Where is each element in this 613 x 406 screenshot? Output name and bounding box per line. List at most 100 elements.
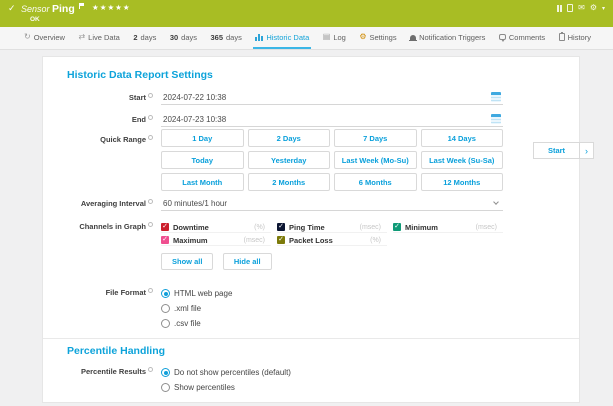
checkbox-checked-icon[interactable] bbox=[161, 236, 169, 244]
quick-range-last-week-su-sa[interactable]: Last Week (Su-Sa) bbox=[421, 151, 504, 169]
tab-live-data[interactable]: ⇄ Live Data bbox=[76, 27, 121, 49]
percentile-option-none[interactable]: Do not show percentiles (default) bbox=[161, 365, 291, 380]
live-data-icon: ⇄ bbox=[78, 33, 85, 41]
info-icon[interactable] bbox=[148, 367, 153, 372]
quick-range-2-days[interactable]: 2 Days bbox=[248, 129, 331, 147]
file-format-option-csv[interactable]: .csv file bbox=[161, 316, 232, 331]
tab-365-days[interactable]: 365 days bbox=[209, 27, 244, 49]
status-check-icon: ✓ bbox=[8, 3, 16, 14]
section-title-percentile: Percentile Handling bbox=[67, 345, 579, 358]
averaging-interval-select[interactable]: 60 minutes/1 hour bbox=[161, 197, 503, 211]
radio-icon[interactable] bbox=[161, 304, 170, 313]
checkbox-checked-icon[interactable] bbox=[277, 236, 285, 244]
tab-overview[interactable]: ↻ Overview bbox=[22, 27, 67, 49]
checkbox-checked-icon[interactable] bbox=[161, 223, 169, 231]
tab-label: Comments bbox=[509, 33, 545, 42]
quick-range-14-days[interactable]: 14 Days bbox=[421, 129, 504, 147]
quick-range-last-month[interactable]: Last Month bbox=[161, 173, 244, 191]
calendar-icon[interactable] bbox=[491, 92, 501, 102]
channel-unit: (msec) bbox=[244, 237, 265, 244]
quick-range-7-days[interactable]: 7 Days bbox=[334, 129, 417, 147]
channels-label: Channels in Graph bbox=[43, 222, 161, 231]
tab-settings[interactable]: ⚙ Settings bbox=[357, 27, 398, 49]
percentile-option-show[interactable]: Show percentiles bbox=[161, 380, 291, 395]
quick-range-yesterday[interactable]: Yesterday bbox=[248, 151, 331, 169]
info-icon[interactable] bbox=[148, 288, 153, 293]
tab-notification-triggers[interactable]: Notification Triggers bbox=[408, 27, 487, 49]
info-icon[interactable] bbox=[148, 93, 153, 98]
channel-ping-time[interactable]: Ping Time (msec) bbox=[277, 222, 387, 233]
checkbox-checked-icon[interactable] bbox=[393, 223, 401, 231]
gear-icon[interactable]: ⚙ bbox=[590, 4, 597, 12]
quick-range-buttons: 1 Day 2 Days 7 Days 14 Days Today Yester… bbox=[161, 129, 503, 191]
caret-down-icon[interactable]: ▾ bbox=[602, 5, 605, 12]
tab-number: 2 bbox=[133, 33, 137, 42]
start-date-input[interactable]: 2024-07-22 10:38 bbox=[161, 91, 503, 105]
quick-range-1-day[interactable]: 1 Day bbox=[161, 129, 244, 147]
channel-downtime[interactable]: Downtime (%) bbox=[161, 222, 271, 233]
tab-number: 30 bbox=[170, 33, 178, 42]
channel-packet-loss[interactable]: Packet Loss (%) bbox=[277, 235, 387, 246]
channel-minimum[interactable]: Minimum (msec) bbox=[393, 222, 503, 233]
quick-range-label: Quick Range bbox=[43, 129, 161, 144]
header-action-icons: ✉ ⚙ ▾ bbox=[557, 4, 605, 12]
radio-selected-icon[interactable] bbox=[161, 289, 170, 298]
next-step-button[interactable]: › bbox=[580, 142, 594, 159]
priority-stars[interactable]: ★★★★★ bbox=[92, 3, 131, 12]
quick-range-6-months[interactable]: 6 Months bbox=[334, 173, 417, 191]
tab-bar: ↻ Overview ⇄ Live Data 2 days 30 days 36… bbox=[0, 27, 613, 50]
radio-selected-icon[interactable] bbox=[161, 368, 170, 377]
checkbox-checked-icon[interactable] bbox=[277, 223, 285, 231]
tab-30-days[interactable]: 30 days bbox=[168, 27, 199, 49]
end-date-input[interactable]: 2024-07-23 10:38 bbox=[161, 113, 503, 127]
quick-range-last-week-mo-su[interactable]: Last Week (Mo-Su) bbox=[334, 151, 417, 169]
info-icon[interactable] bbox=[148, 135, 153, 140]
tab-comments[interactable]: Comments bbox=[497, 27, 547, 49]
bar-chart-icon bbox=[255, 34, 263, 41]
tab-history[interactable]: History bbox=[557, 27, 593, 49]
quick-range-today[interactable]: Today bbox=[161, 151, 244, 169]
tab-log[interactable]: ▤ Log bbox=[321, 27, 348, 49]
tab-label: Historic Data bbox=[266, 33, 309, 42]
radio-icon[interactable] bbox=[161, 319, 170, 328]
show-all-button[interactable]: Show all bbox=[161, 253, 213, 270]
info-icon[interactable] bbox=[148, 222, 153, 227]
content-area: Start › Historic Data Report Settings St… bbox=[0, 50, 613, 406]
channel-maximum[interactable]: Maximum (msec) bbox=[161, 235, 271, 246]
end-label: End bbox=[43, 113, 161, 124]
log-table-icon: ▤ bbox=[323, 33, 331, 41]
tab-2-days[interactable]: 2 days bbox=[131, 27, 158, 49]
tab-label: Settings bbox=[370, 33, 397, 42]
refresh-icon: ↻ bbox=[24, 33, 31, 41]
tab-label: Notification Triggers bbox=[419, 33, 485, 42]
calendar-icon[interactable] bbox=[491, 114, 501, 124]
tab-label: days bbox=[181, 33, 197, 42]
email-icon[interactable]: ✉ bbox=[578, 4, 585, 12]
channel-buttons: Show all Hide all bbox=[161, 251, 503, 270]
tab-label: Overview bbox=[34, 33, 65, 42]
quick-range-12-months[interactable]: 12 Months bbox=[421, 173, 504, 191]
channel-unit: (msec) bbox=[476, 224, 497, 231]
tab-label: Live Data bbox=[88, 33, 120, 42]
tab-historic-data[interactable]: Historic Data bbox=[253, 27, 311, 49]
channel-unit: (msec) bbox=[360, 224, 381, 231]
section-title-report-settings: Historic Data Report Settings bbox=[67, 69, 579, 82]
tab-label: Log bbox=[333, 33, 346, 42]
file-format-label: File Format bbox=[43, 286, 161, 297]
wizard-controls: Start › bbox=[533, 142, 594, 159]
tab-label: days bbox=[141, 33, 157, 42]
radio-icon[interactable] bbox=[161, 383, 170, 392]
section-divider bbox=[43, 338, 579, 339]
file-format-option-html[interactable]: HTML web page bbox=[161, 286, 232, 301]
quick-range-2-months[interactable]: 2 Months bbox=[248, 173, 331, 191]
info-icon[interactable] bbox=[148, 199, 153, 204]
file-format-option-xml[interactable]: .xml file bbox=[161, 301, 232, 316]
info-icon[interactable] bbox=[148, 115, 153, 120]
start-report-button[interactable]: Start bbox=[533, 142, 580, 159]
hide-all-button[interactable]: Hide all bbox=[223, 253, 272, 270]
sensor-name: Ping bbox=[52, 3, 75, 15]
start-row: Start 2024-07-22 10:38 bbox=[43, 91, 579, 105]
pause-icon[interactable] bbox=[557, 5, 562, 12]
sensor-header: ✓ Sensor Ping ★★★★★ OK ✉ ⚙ ▾ bbox=[0, 0, 613, 27]
report-icon[interactable] bbox=[567, 4, 573, 12]
